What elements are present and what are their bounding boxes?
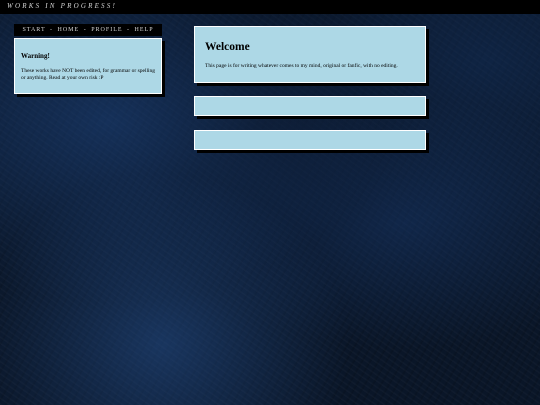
- nav-link-help[interactable]: HELP: [135, 27, 154, 33]
- nav-bar: START - HOME - PROFILE - HELP: [14, 24, 162, 36]
- empty-content-box: [194, 130, 426, 150]
- sidebar: START - HOME - PROFILE - HELP Warning! T…: [14, 24, 162, 94]
- nav-link-start[interactable]: START: [22, 27, 45, 33]
- nav-separator: -: [127, 27, 131, 33]
- warning-box: Warning! These works have NOT been edite…: [14, 38, 162, 94]
- welcome-box: Welcome This page is for writing whateve…: [194, 26, 426, 83]
- warning-text: These works have NOT been edited, for gr…: [21, 68, 155, 81]
- main-content: Welcome This page is for writing whateve…: [194, 26, 426, 150]
- site-title: WORKS IN PROGRESS!: [7, 2, 117, 10]
- warning-title: Warning!: [21, 52, 50, 60]
- nav-separator: -: [83, 27, 87, 33]
- top-bar: WORKS IN PROGRESS!: [0, 0, 540, 14]
- nav-link-home[interactable]: HOME: [58, 27, 80, 33]
- empty-content-box: [194, 96, 426, 116]
- nav-link-profile[interactable]: PROFILE: [91, 27, 122, 33]
- welcome-text: This page is for writing whatever comes …: [205, 63, 398, 69]
- welcome-title: Welcome: [205, 41, 250, 53]
- nav-separator: -: [50, 27, 54, 33]
